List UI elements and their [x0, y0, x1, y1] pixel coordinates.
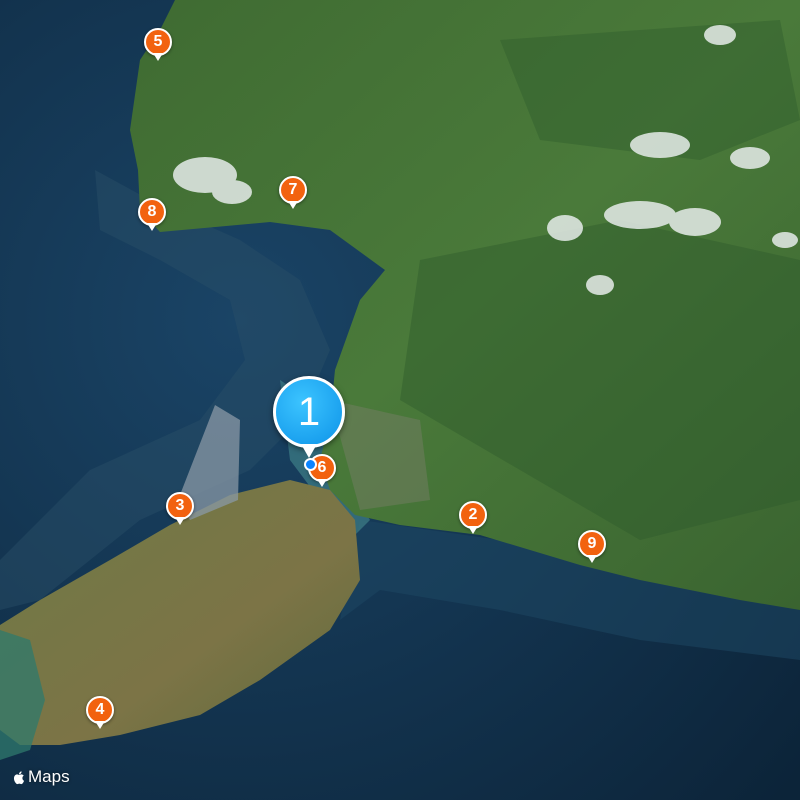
marker-label: 8 — [147, 203, 157, 220]
marker-label: 2 — [468, 506, 478, 523]
map-marker-7[interactable]: 7 — [278, 175, 308, 215]
marker-label: 5 — [153, 33, 163, 50]
marker-label: 7 — [288, 181, 298, 198]
apple-logo-icon — [13, 770, 25, 784]
attribution-text: Maps — [28, 767, 70, 786]
marker-label: 3 — [175, 497, 185, 514]
primary-marker-label: 1 — [297, 390, 321, 434]
marker-label: 4 — [95, 701, 105, 718]
maps-attribution[interactable]: Maps — [12, 767, 70, 787]
map-marker-3[interactable]: 3 — [165, 491, 195, 531]
map-marker-5[interactable]: 5 — [143, 27, 173, 67]
satellite-imagery — [0, 0, 800, 800]
primary-map-marker-1[interactable]: 1 — [271, 374, 347, 471]
map-marker-9[interactable]: 9 — [577, 529, 607, 569]
map-canvas[interactable]: 2 3 4 5 6 7 8 9 1 Maps — [0, 0, 800, 800]
map-marker-4[interactable]: 4 — [85, 695, 115, 735]
location-dot — [304, 458, 317, 471]
map-marker-8[interactable]: 8 — [137, 197, 167, 237]
map-marker-2[interactable]: 2 — [458, 500, 488, 540]
marker-label: 9 — [587, 535, 597, 552]
